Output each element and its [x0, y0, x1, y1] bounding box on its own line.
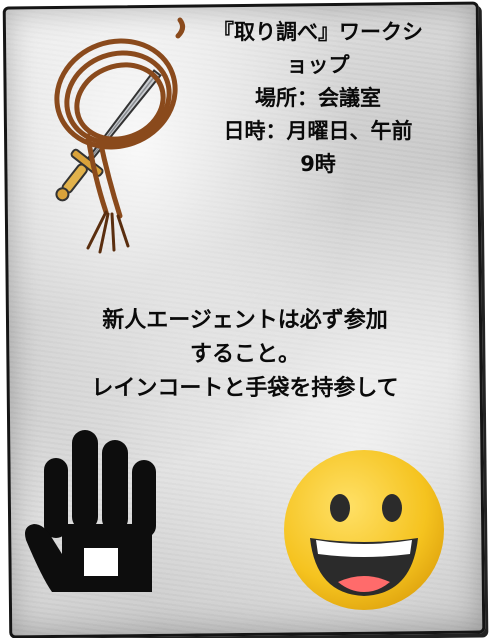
body-line: すること。 [189, 342, 300, 367]
header-line: 日時：月曜日、午前 [223, 119, 413, 143]
header-line: 『取り調べ』ワークシ [213, 20, 423, 44]
body-line: 新人エージェントは必ず参加 [102, 308, 388, 333]
smiley-face-icon [284, 450, 444, 610]
body-line: レインコートと手袋を持参して [91, 376, 399, 401]
header-line: 場所：会議室 [255, 86, 381, 110]
header-line: ョップ [286, 53, 350, 77]
header-line: 9時 [300, 152, 336, 176]
header-text: 『取り調べ』ワークシ ョップ 場所：会議室 日時：月曜日、午前 9時 [178, 16, 458, 181]
body-text: 新人エージェントは必ず参加 すること。 レインコートと手袋を持参して [20, 304, 470, 406]
glove-hand-icon [25, 430, 156, 592]
whip-and-sword-icon [54, 17, 186, 254]
